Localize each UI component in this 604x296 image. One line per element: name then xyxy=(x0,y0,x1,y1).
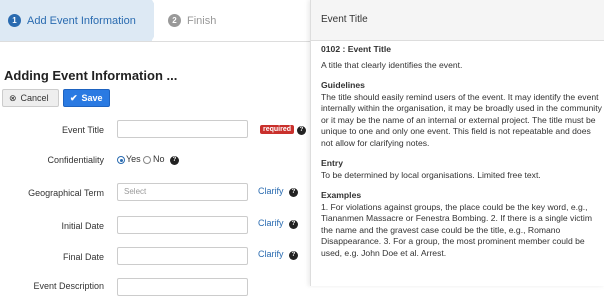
event-description-input[interactable] xyxy=(117,278,248,296)
wizard-steps: 1 Add Event Information 2 Finish xyxy=(0,0,310,42)
examples-heading: Examples xyxy=(321,190,362,200)
field-summary: A title that clearly identifies the even… xyxy=(321,59,463,70)
geographical-term-select[interactable]: Select xyxy=(117,183,248,201)
cancel-button[interactable]: ⊗ Cancel xyxy=(2,89,59,107)
examples-text: 1. For violations against groups, the pl… xyxy=(321,201,592,258)
event-title-input[interactable] xyxy=(117,120,248,138)
field-code: 0102 : Event Title xyxy=(321,44,392,54)
radio-no-label: No xyxy=(153,154,165,164)
checkmark-icon: ✔ xyxy=(70,92,78,103)
help-icon[interactable]: ? xyxy=(297,126,306,135)
help-panel-body: 0102 : Event Title A title that clearly … xyxy=(321,44,603,259)
entry-heading: Entry xyxy=(321,158,343,168)
confidentiality-label: Confidentiality xyxy=(47,155,104,165)
cancel-icon: ⊗ xyxy=(9,92,17,103)
help-panel-title: Event Title xyxy=(311,0,604,41)
clarify-link[interactable]: Clarify xyxy=(258,249,284,259)
help-icon[interactable]: ? xyxy=(289,251,298,260)
clarify-link[interactable]: Clarify xyxy=(258,218,284,228)
help-panel: Event Title 0102 : Event Title A title t… xyxy=(310,0,604,286)
required-badge: required xyxy=(260,125,295,134)
guidelines-heading: Guidelines xyxy=(321,80,365,90)
event-title-label: Event Title xyxy=(61,125,104,135)
final-date-label: Final Date xyxy=(62,252,104,262)
help-icon[interactable]: ? xyxy=(289,188,298,197)
clarify-link[interactable]: Clarify xyxy=(258,186,284,196)
initial-date-label: Initial Date xyxy=(61,221,104,231)
help-icon[interactable]: ? xyxy=(170,156,179,165)
event-description-label: Event Description xyxy=(33,281,104,291)
final-date-input[interactable] xyxy=(117,247,248,265)
step-number: 1 xyxy=(8,14,21,27)
help-icon[interactable]: ? xyxy=(289,220,298,229)
page-title: Adding Event Information ... xyxy=(4,68,178,83)
radio-no[interactable] xyxy=(143,156,151,164)
geographical-term-label: Geographical Term xyxy=(28,188,104,198)
cancel-label: Cancel xyxy=(20,93,49,103)
radio-yes[interactable] xyxy=(117,156,125,164)
radio-yes-label: Yes xyxy=(126,154,141,164)
step-label: Add Event Information xyxy=(27,14,136,27)
save-button[interactable]: ✔ Save xyxy=(63,89,110,107)
step-label: Finish xyxy=(187,14,217,27)
guidelines-text: The title should easily remind users of … xyxy=(321,91,602,148)
save-label: Save xyxy=(81,93,103,103)
step-number: 2 xyxy=(168,14,181,27)
entry-text: To be determined by local organisations.… xyxy=(321,169,541,180)
step-add-event-information[interactable]: 1 Add Event Information xyxy=(0,0,164,41)
step-finish[interactable]: 2 Finish xyxy=(154,0,300,41)
initial-date-input[interactable] xyxy=(117,216,248,234)
